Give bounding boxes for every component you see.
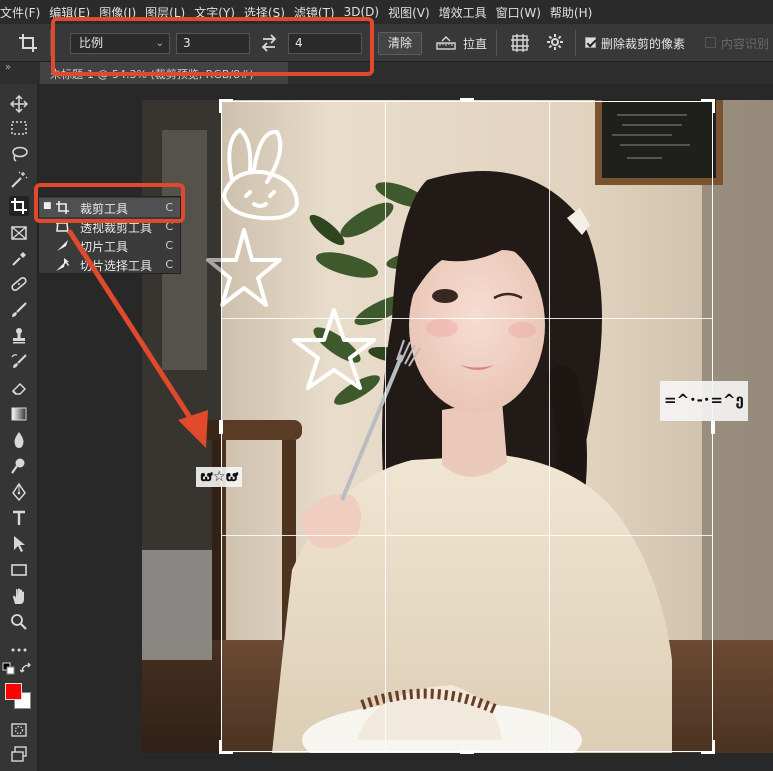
tools-panel [0,84,38,771]
crop-grid-line [222,318,712,319]
delete-cropped-checkbox[interactable] [585,37,596,48]
default-colors-icon[interactable] [2,662,16,676]
highlight-crop-tool-box [34,183,185,223]
divider [496,30,497,56]
content-aware-checkbox[interactable] [705,37,716,48]
flyout-item-label: 切片选择工具 [80,259,153,273]
swap-colors-icon[interactable] [20,662,34,676]
clear-button[interactable]: 清除 [378,32,422,55]
quick-mask-icon[interactable] [9,720,29,740]
sticker-label-left: ຜ☆ຜ [196,467,243,487]
crop-tool-icon[interactable] [9,196,29,216]
crop-grid-line [222,535,712,536]
eyedropper-tool-icon[interactable] [9,249,29,269]
dodge-tool-icon[interactable] [9,456,29,476]
type-tool-icon[interactable] [9,508,29,528]
blur-tool-icon[interactable] [9,430,29,450]
foreground-color-swatch[interactable] [5,683,22,700]
magic-wand-tool-icon[interactable] [9,170,29,190]
zoom-tool-icon[interactable] [9,612,29,632]
clone-stamp-tool-icon[interactable] [9,326,29,346]
screen-mode-icon[interactable] [9,744,29,764]
more-tools-icon[interactable] [9,640,29,660]
menu-file[interactable]: 文件(F) [0,4,40,21]
menu-help[interactable]: 帮助(H) [550,4,592,21]
path-selection-tool-icon[interactable] [9,534,29,554]
straighten-label[interactable]: 拉直 [463,35,487,52]
flyout-item-label: 切片工具 [80,240,129,254]
menu-window[interactable]: 窗口(W) [496,4,541,21]
delete-cropped-label[interactable]: 删除裁剪的像素 [601,35,685,52]
collapse-panel-icon[interactable]: » [5,62,11,73]
crop-grid-line [385,102,386,751]
hand-tool-icon[interactable] [9,586,29,606]
grid-overlay-icon[interactable] [510,33,530,53]
gradient-tool-icon[interactable] [9,404,29,424]
flyout-item-slice-tool[interactable]: 切片工具 C [39,236,180,255]
crop-handle-left[interactable] [219,420,223,434]
slice-tool-icon [55,238,70,253]
crop-box[interactable] [221,101,713,752]
content-aware-label[interactable]: 内容识别 [721,35,769,52]
pen-tool-icon[interactable] [9,482,29,502]
crop-icon[interactable] [18,33,38,53]
history-brush-tool-icon[interactable] [9,352,29,372]
flyout-item-shortcut: C [165,258,173,271]
rectangle-tool-icon[interactable] [9,560,29,580]
crop-handle-bottom-left[interactable] [219,740,233,754]
crop-handle-bottom[interactable] [460,750,474,754]
menu-plugins[interactable]: 增效工具 [439,4,487,21]
divider [575,30,576,56]
crop-handle-right[interactable] [711,420,715,434]
highlight-options-box [51,17,374,76]
crop-handle-top-right[interactable] [701,99,715,113]
crop-grid-line [549,102,550,751]
marquee-tool-icon[interactable] [9,118,29,138]
menu-view[interactable]: 视图(V) [388,4,430,21]
gear-icon[interactable] [546,33,564,51]
flyout-item-shortcut: C [165,239,173,252]
eraser-tool-icon[interactable] [9,378,29,398]
sticker-label-right: =^･-･=^ე [660,381,748,421]
crop-handle-top-left[interactable] [219,99,233,113]
flyout-item-slice-select-tool[interactable]: 切片选择工具 C [39,255,180,274]
healing-brush-tool-icon[interactable] [9,274,29,294]
crop-handle-top[interactable] [460,98,474,102]
frame-tool-icon[interactable] [9,223,29,243]
crop-handle-bottom-right[interactable] [701,740,715,754]
move-tool-icon[interactable] [9,94,29,114]
straighten-icon[interactable] [436,34,456,52]
brush-tool-icon[interactable] [9,300,29,320]
slice-select-tool-icon [55,257,70,272]
lasso-tool-icon[interactable] [9,144,29,164]
